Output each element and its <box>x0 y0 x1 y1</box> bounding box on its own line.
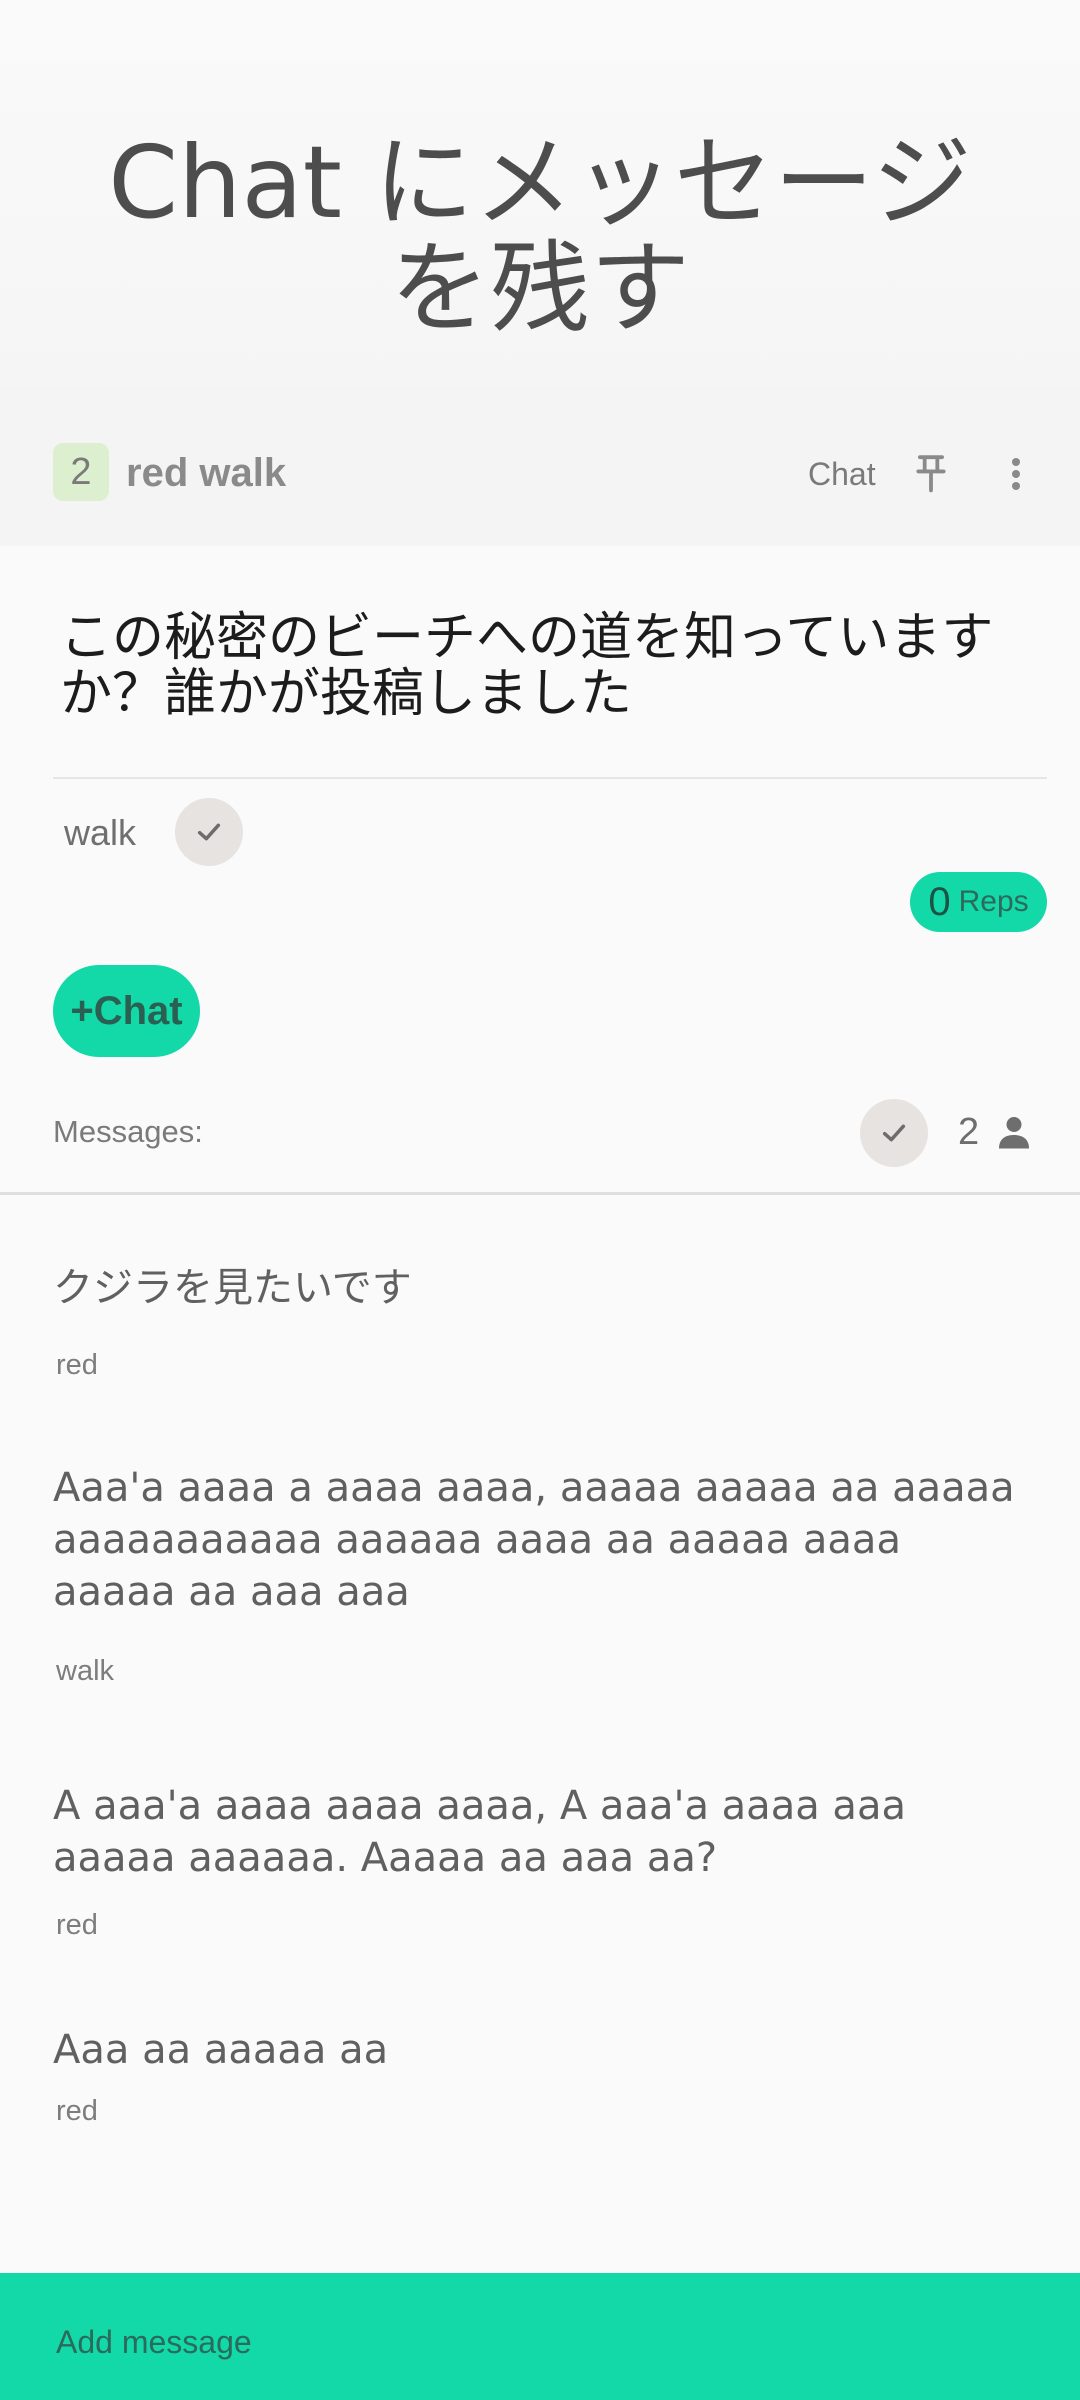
post-question: この秘密のビーチへの道を知っていますか？誰かが投稿しました <box>60 608 994 724</box>
messages-label: Messages: <box>53 1114 203 1149</box>
message-input[interactable]: Add message <box>56 2322 252 2362</box>
message-text: Aaa aa aaaaa aa <box>53 2027 389 2073</box>
chat-tab-label[interactable]: Chat <box>808 452 876 496</box>
chat-title: red walk <box>126 451 287 495</box>
message-text: クジラを見たいです <box>53 1265 412 1311</box>
message-author: red <box>56 2095 98 2127</box>
reps-label: Reps <box>958 885 1029 918</box>
member-badge: 2 <box>53 443 109 501</box>
chat-screen: Chat にメッセージを残す 2 red walk Chat この秘密のビーチへ… <box>0 0 1080 2400</box>
reps-count: 0 <box>928 880 951 924</box>
message-author: red <box>56 1349 98 1381</box>
person-icon <box>999 1117 1029 1149</box>
messages-check-button[interactable] <box>860 1099 928 1167</box>
member-count: 2 <box>958 1111 980 1153</box>
message-author: red <box>56 1909 98 1941</box>
add-chat-button[interactable]: +Chat <box>53 965 200 1057</box>
message-author: walk <box>56 1655 115 1687</box>
hero-title: Chat にメッセージを残す <box>108 124 972 347</box>
reps-badge: 0 Reps <box>910 872 1047 932</box>
check-icon <box>197 823 221 841</box>
pin-icon[interactable] <box>912 452 950 494</box>
message-text: A aaa'a aaaa aaaa aaaa, A aaa'a aaaa aaa… <box>53 1783 906 1881</box>
tag-check-button[interactable] <box>175 798 243 866</box>
tag-label: walk <box>64 812 137 853</box>
check-icon <box>882 1124 906 1142</box>
divider <box>53 777 1047 779</box>
message-text: Aaa'a aaaa a aaaa aaaa, aaaaa aaaaa aa a… <box>53 1465 1015 1615</box>
more-vertical-icon[interactable] <box>1000 456 1032 492</box>
messages-divider <box>0 1192 1080 1195</box>
